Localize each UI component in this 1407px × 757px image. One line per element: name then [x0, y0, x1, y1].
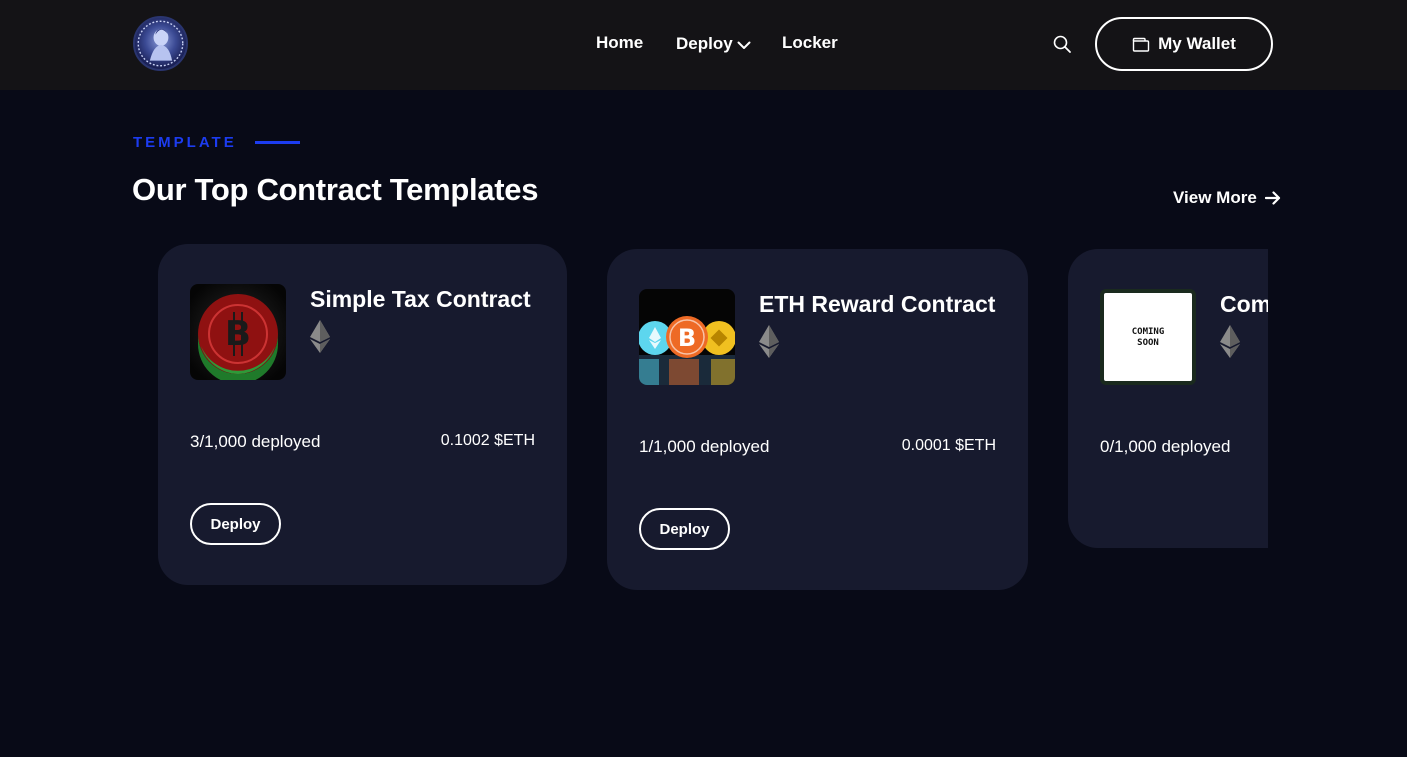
card-title: Com — [1220, 291, 1268, 317]
my-wallet-label: My Wallet — [1158, 34, 1236, 53]
nav-home[interactable]: Home — [596, 33, 643, 55]
view-more-label: View More — [1173, 188, 1257, 207]
ethereum-icon — [1220, 325, 1240, 358]
view-more-link[interactable]: View More — [1173, 187, 1281, 209]
deploy-button[interactable]: Deploy — [639, 508, 730, 550]
logo-portrait-icon — [137, 20, 184, 67]
template-card: COMING SOON Com 0/1,000 deployed — [1068, 249, 1268, 548]
price: 0.1002 $ETH — [440, 432, 535, 449]
template-carousel[interactable]: B Simple Tax Contract 3/1,000 deployed 0… — [140, 236, 1268, 606]
template-card: B ETH Reward Contract 1/1,000 deployed 0… — [607, 249, 1028, 590]
chevron-down-icon — [737, 41, 751, 49]
deployed-count: 1/1,000 deployed — [639, 437, 770, 456]
coming-soon-image: COMING SOON — [1100, 289, 1196, 385]
card-title: Simple Tax Contract — [310, 286, 531, 312]
ethereum-icon — [310, 320, 330, 353]
arrow-right-icon — [1264, 191, 1280, 205]
svg-text:B: B — [678, 324, 696, 352]
site-logo[interactable] — [133, 16, 188, 71]
price: 0.0001 $ETH — [901, 437, 996, 454]
section-title: Our Top Contract Templates — [132, 172, 539, 207]
svg-text:B: B — [225, 314, 251, 354]
crypto-coins-image: B — [639, 289, 735, 385]
deploy-button[interactable]: Deploy — [190, 503, 281, 545]
card-title: ETH Reward Contract — [759, 291, 996, 317]
nav-deploy[interactable]: Deploy — [676, 33, 751, 55]
search-icon[interactable] — [1052, 34, 1072, 54]
section-eyebrow: TEMPLATE — [133, 134, 237, 151]
nav-deploy-label: Deploy — [676, 34, 733, 53]
my-wallet-button[interactable]: My Wallet — [1095, 17, 1273, 71]
coming-soon-text: COMING SOON — [1131, 327, 1165, 348]
eyebrow-divider — [255, 141, 300, 144]
wallet-icon — [1132, 37, 1150, 52]
template-card: B Simple Tax Contract 3/1,000 deployed 0… — [158, 244, 567, 585]
ethereum-icon — [759, 325, 779, 358]
bitcoin-coin-image: B — [190, 284, 286, 380]
top-navbar: Home Deploy Locker My Wallet — [0, 0, 1407, 90]
deployed-count: 3/1,000 deployed — [190, 432, 321, 451]
deployed-count: 0/1,000 deployed — [1100, 437, 1231, 456]
nav-locker[interactable]: Locker — [782, 33, 838, 55]
